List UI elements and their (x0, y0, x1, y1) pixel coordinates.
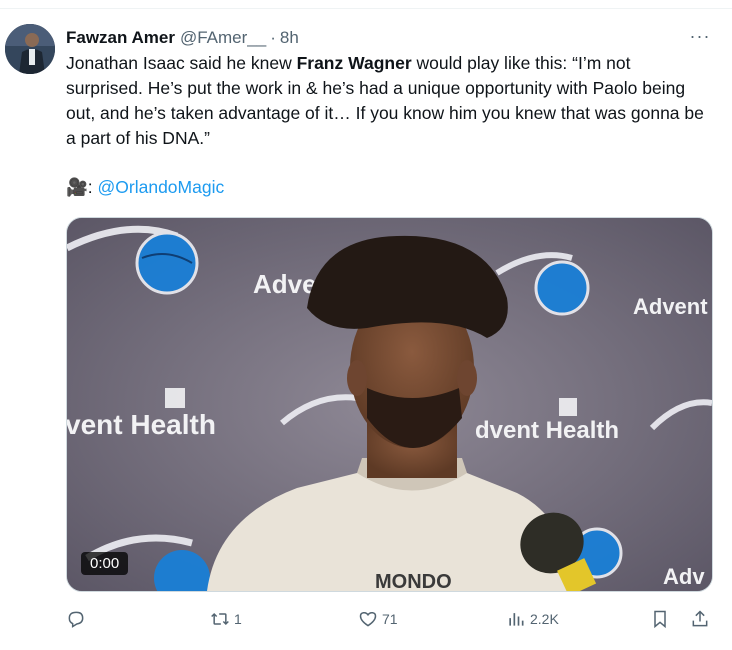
action-bar: 1 71 2.2K (66, 605, 716, 633)
separator-dot: · (270, 28, 276, 47)
bookmark-icon (654, 610, 666, 629)
reply-icon (68, 611, 84, 628)
avatar[interactable] (5, 24, 55, 74)
author-name[interactable]: Fawzan Amer (66, 28, 175, 48)
reply-button[interactable] (66, 605, 90, 633)
retweet-count: 1 (234, 611, 242, 627)
top-divider (0, 8, 732, 9)
video-credit: 🎥: @OrlandoMagic (66, 175, 224, 200)
share-button[interactable] (690, 605, 710, 633)
timestamp[interactable]: 8h (280, 28, 299, 48)
backdrop-text: vent Health (67, 409, 216, 440)
analytics-icon (509, 613, 524, 626)
heart-icon (359, 611, 377, 627)
share-icon (692, 610, 708, 627)
video-timestamp: 0:00 (81, 552, 129, 575)
retweet-icon (211, 612, 229, 626)
more-options-icon[interactable]: ··· (688, 26, 712, 46)
backdrop-text: Adv (663, 564, 705, 589)
camera-emoji: 🎥: (66, 177, 98, 197)
tweet-text-part: Jonathan Isaac said he knew (66, 53, 297, 73)
mention-link[interactable]: @OrlandoMagic (98, 177, 225, 197)
backdrop-text: Advent (633, 294, 708, 319)
author-handle[interactable]: @FAmer__ (180, 28, 266, 48)
video-frame: Adven Advent vent Health dvent Health Ad… (67, 218, 712, 591)
retweet-button[interactable]: 1 (210, 605, 242, 633)
tweet-header: Fawzan Amer @FAmer__ · 8h (66, 27, 712, 49)
avatar-image (5, 24, 55, 74)
shirt-text: MONDO (375, 571, 452, 591)
tweet-bold-name: Franz Wagner (296, 53, 412, 73)
like-count: 71 (382, 611, 398, 627)
backdrop-text: dvent Health (475, 417, 619, 444)
tweet-text: Jonathan Isaac said he knew Franz Wagner… (66, 51, 712, 151)
views-count: 2.2K (530, 611, 559, 627)
video-player[interactable]: Adven Advent vent Health dvent Health Ad… (66, 217, 713, 592)
bookmark-button[interactable] (650, 605, 670, 633)
views-button[interactable]: 2.2K (506, 605, 559, 633)
like-button[interactable]: 71 (358, 605, 398, 633)
